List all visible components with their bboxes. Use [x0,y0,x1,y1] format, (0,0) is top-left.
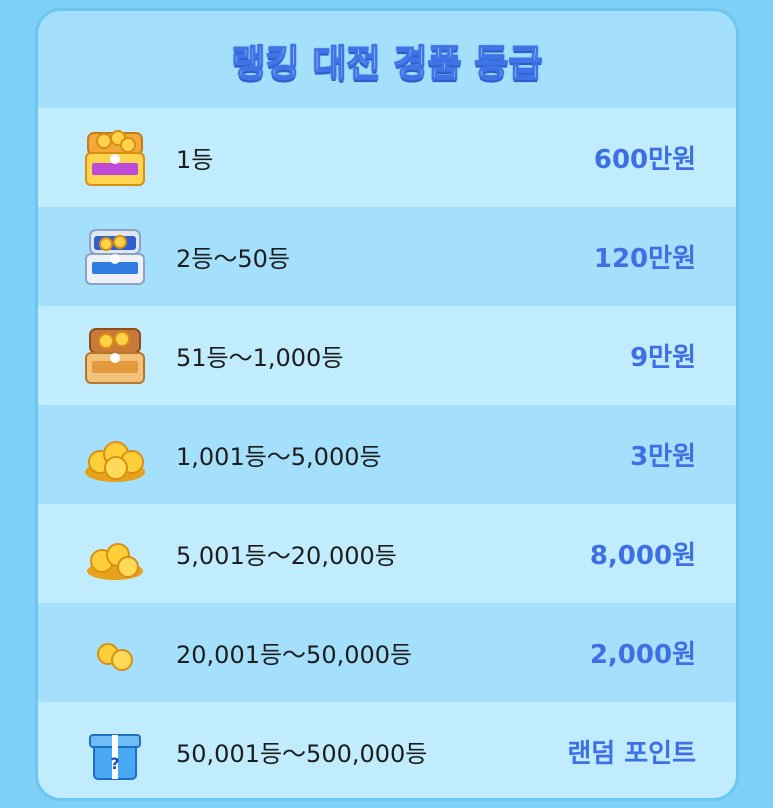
prize-amount: 3만원 [630,442,696,472]
prize-amount: 600만원 [593,145,696,175]
rank-range: 5,001등～20,000등 [176,542,397,570]
prize-amount: 2,000원 [589,640,696,670]
tier-row-6: 20,001등～50,000등 2,000원 [38,603,736,702]
rank-range: 2등～50등 [176,245,290,273]
prize-amount: 8,000원 [589,541,696,571]
coin-pile-small-icon [80,618,150,688]
tier-row-5: 5,001등～20,000등 8,000원 [38,504,736,603]
purple-treasure-chest-icon [80,123,150,193]
prize-tier-list: 1등 600만원 2등～50등 120만원 51등～1,000등 9만원 1,0… [38,108,736,798]
prize-amount: 랜덤 포인트 [567,739,696,769]
rank-range: 50,001등～500,000등 [176,740,428,768]
prize-amount: 120만원 [593,244,696,274]
tier-row-3: 51등～1,000등 9만원 [38,306,736,405]
page-title: 랭킹 대전 경품 등급 [231,41,543,86]
svg-text:?: ? [110,754,119,773]
rank-range: 20,001등～50,000등 [176,641,413,669]
title-bar: 랭킹 대전 경품 등급 [38,11,736,108]
tier-row-2: 2등～50등 120만원 [38,207,736,306]
mystery-gift-box-icon: ? [80,717,150,787]
tier-row-7: ? 50,001등～500,000등 랜덤 포인트 [38,702,736,798]
coin-pile-large-icon [80,420,150,490]
coin-pile-medium-icon [80,519,150,589]
rank-range: 1,001등～5,000등 [176,443,382,471]
orange-treasure-chest-icon [80,321,150,391]
prize-amount: 9만원 [630,343,696,373]
rank-range: 51등～1,000등 [176,344,344,372]
blue-treasure-chest-icon [80,222,150,292]
prize-tier-panel: 랭킹 대전 경품 등급 1등 600만원 2등～50등 120만원 51등～1,… [35,8,739,801]
rank-range: 1등 [176,146,214,174]
tier-row-1: 1등 600만원 [38,108,736,207]
tier-row-4: 1,001등～5,000등 3만원 [38,405,736,504]
